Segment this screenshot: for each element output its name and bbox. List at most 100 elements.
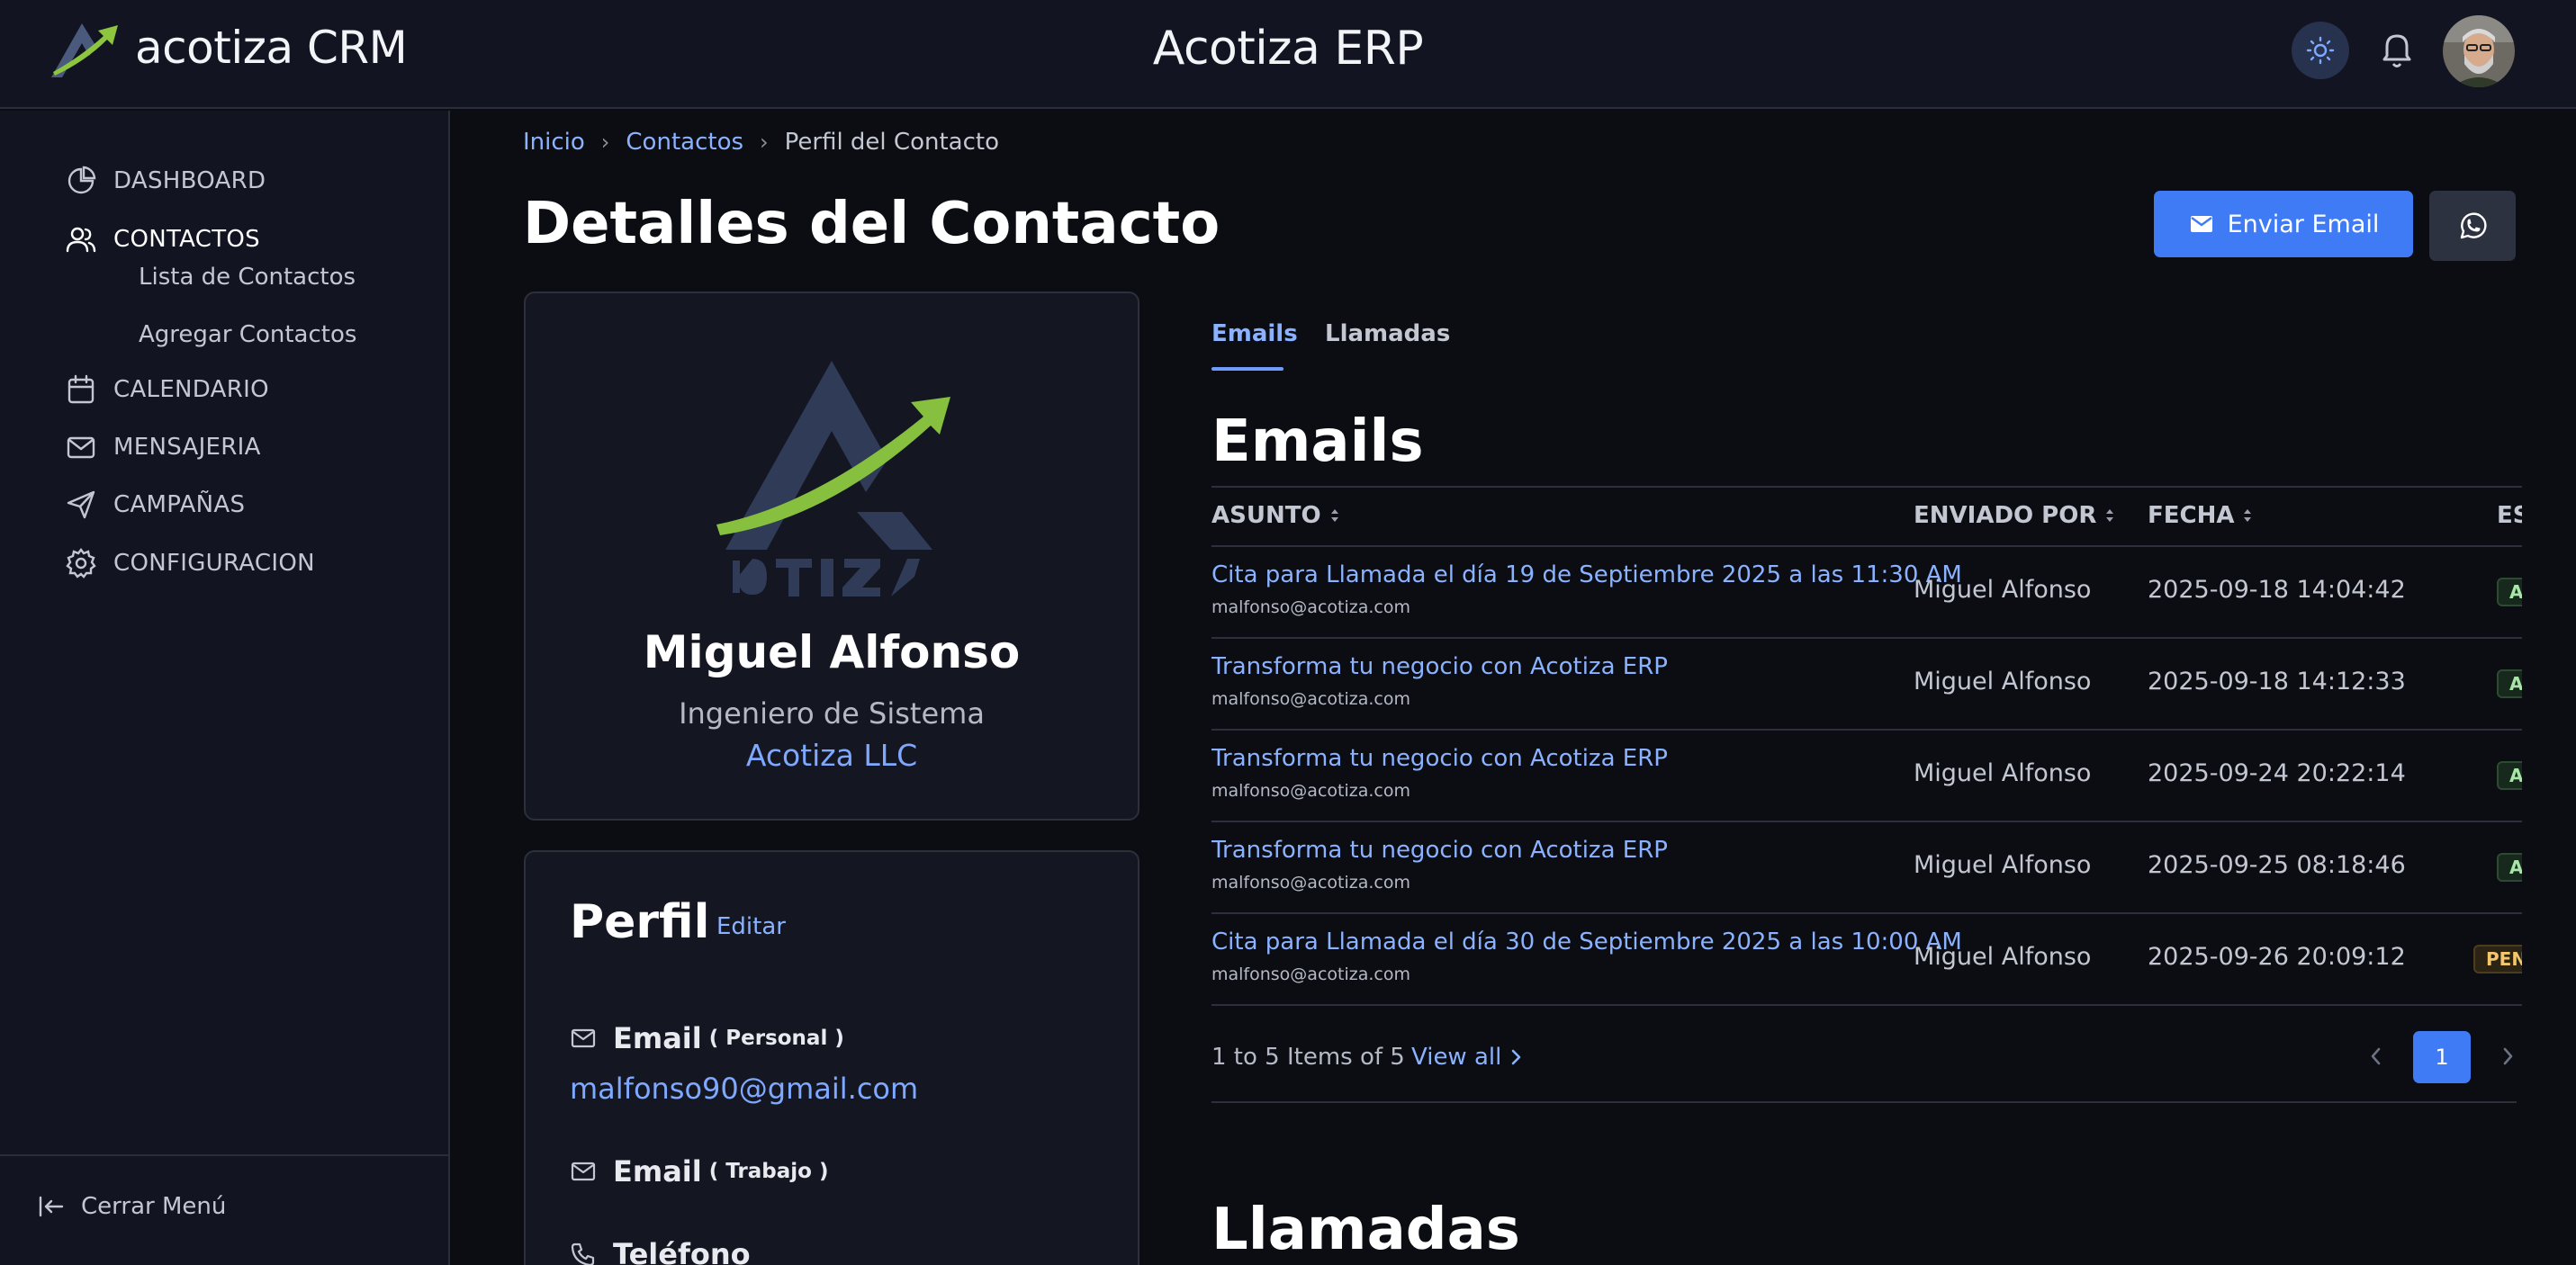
status-badge: A [2497,578,2522,606]
chevron-right-icon: › [600,130,610,155]
email-date: 2025-09-18 14:04:42 [2148,576,2406,604]
whatsapp-button[interactable] [2429,191,2516,261]
email-address: malfonso@acotiza.com [1211,597,1410,617]
breadcrumb-home[interactable]: Inicio [523,129,585,156]
sidebar: DASHBOARD CONTACTOS Lista de Contactos A… [0,111,450,1265]
column-header-enviado-por[interactable]: ENVIADO POR [1914,502,2116,529]
pie-chart-icon [65,165,97,197]
email-address: malfonso@acotiza.com [1211,689,1410,709]
pagination-next-button[interactable] [2495,1044,2520,1069]
tab-llamadas[interactable]: Llamadas [1325,320,1450,347]
table-divider [1211,1004,2522,1006]
user-avatar[interactable] [2443,15,2515,87]
sidebar-item-mensajeria[interactable]: MENSAJERIA [65,427,261,467]
mail-icon [570,1158,597,1185]
theme-toggle-button[interactable] [2292,22,2349,79]
phone-icon [570,1241,597,1265]
email-sender: Miguel Alfonso [1914,851,2092,879]
send-icon [65,489,97,521]
chevron-right-icon [1507,1046,1525,1068]
status-badge: A [2497,853,2522,882]
sidebar-item-calendario[interactable]: CALENDARIO [65,370,269,409]
contact-company-link[interactable]: Acotiza LLC [526,738,1138,773]
email-address: malfonso@acotiza.com [1211,873,1410,893]
contact-role: Ingeniero de Sistema [679,696,985,731]
contact-name: Miguel Alfonso [643,626,1021,678]
email-date: 2025-09-25 08:18:46 [2148,851,2406,879]
gear-icon [65,547,97,579]
email-subject-link[interactable]: Transforma tu negocio con Acotiza ERP [1211,837,1668,864]
table-divider [1211,486,2522,488]
pagination-prev-button[interactable] [2364,1044,2389,1069]
email-subject-link[interactable]: Cita para Llamada el día 19 de Septiembr… [1211,561,1962,588]
phone-label: Teléfono [570,1237,751,1265]
breadcrumb: Inicio › Contactos › Perfil del Contacto [523,129,999,156]
breadcrumb-contacts[interactable]: Contactos [626,129,743,156]
sort-icon [2103,507,2116,525]
calendar-icon [65,373,97,406]
whatsapp-icon [2457,211,2488,241]
chevron-right-icon: › [760,130,769,155]
email-sender: Miguel Alfonso [1914,576,2092,604]
tab-emails[interactable]: Emails [1211,320,1298,347]
table-row[interactable]: Cita para Llamada el día 19 de Septiembr… [1211,547,2522,639]
email-subject-link[interactable]: Transforma tu negocio con Acotiza ERP [1211,653,1668,680]
email-date: 2025-09-26 20:09:12 [2148,943,2406,971]
sidebar-item-dashboard[interactable]: DASHBOARD [65,161,266,201]
sidebar-subitem-contact-list[interactable]: Lista de Contactos [139,264,356,291]
table-row[interactable]: Transforma tu negocio con Acotiza ERP ma… [1211,822,2522,914]
email-date: 2025-09-18 14:12:33 [2148,668,2406,695]
email-subject-link[interactable]: Transforma tu negocio con Acotiza ERP [1211,745,1668,772]
sun-icon [2306,36,2335,65]
view-all-link[interactable]: View all [1411,1044,1525,1071]
send-email-label: Enviar Email [2227,210,2380,238]
sidebar-item-label: CONTACTOS [113,226,260,253]
edit-profile-link[interactable]: Editar [716,913,786,940]
sidebar-item-label: DASHBOARD [113,167,266,194]
work-email-label: Email ( Trabajo ) [570,1154,828,1189]
close-menu-button[interactable]: Cerrar Menú [38,1193,226,1220]
chevron-right-icon [2495,1044,2520,1069]
email-sender: Miguel Alfonso [1914,759,2092,787]
column-header-asunto[interactable]: ASUNTO [1211,502,1341,529]
top-header: acotiza CRM Acotiza ERP [0,0,2576,109]
table-row[interactable]: Transforma tu negocio con Acotiza ERP ma… [1211,639,2522,731]
column-header-fecha[interactable]: FECHA [2148,502,2254,529]
send-email-button[interactable]: Enviar Email [2154,191,2413,257]
email-address: malfonso@acotiza.com [1211,781,1410,801]
table-row[interactable]: Cita para Llamada el día 30 de Septiembr… [1211,914,2522,1006]
sidebar-item-contactos[interactable]: CONTACTOS [65,220,260,259]
table-row[interactable]: Transforma tu negocio con Acotiza ERP ma… [1211,731,2522,822]
status-badge: PEN [2473,945,2522,973]
section-divider [1211,1101,2517,1103]
brand-name[interactable]: acotiza CRM [135,22,408,74]
sidebar-subitem-add-contact[interactable]: Agregar Contactos [139,321,356,348]
sort-icon [2241,507,2254,525]
sidebar-item-label: MENSAJERIA [113,434,261,461]
close-menu-label: Cerrar Menú [81,1193,227,1220]
emails-section-title: Emails [1211,408,1424,475]
email-address: malfonso@acotiza.com [1211,964,1410,984]
emails-table: ASUNTO ENVIADO POR FECHA ES Cita para Ll… [1211,486,2522,1102]
pagination-page-button[interactable]: 1 [2413,1031,2471,1083]
brand-logo-icon[interactable] [50,20,120,79]
sidebar-item-campanas[interactable]: CAMPAÑAS [65,485,245,525]
status-badge: A [2497,761,2522,790]
calls-section-title: Llamadas [1211,1197,1520,1263]
column-header-estado[interactable]: ES [2497,502,2522,529]
sidebar-item-label: CAMPAÑAS [113,491,246,518]
sidebar-item-configuracion[interactable]: CONFIGURACION [65,543,315,583]
bell-icon[interactable] [2377,29,2417,72]
sidebar-divider [0,1154,448,1156]
personal-email-label: Email ( Personal ) [570,1021,844,1055]
personal-email-value[interactable]: malfonso90@gmail.com [570,1072,918,1106]
page-title: Detalles del Contacto [523,191,1220,257]
pager-summary: 1 to 5 Items of 5 [1211,1044,1405,1071]
mail-icon [65,431,97,463]
email-subject-link[interactable]: Cita para Llamada el día 30 de Septiembr… [1211,929,1962,955]
email-date: 2025-09-24 20:22:14 [2148,759,2406,787]
breadcrumb-current: Perfil del Contacto [784,129,999,156]
sort-icon [1329,507,1341,525]
profile-card: Perfil Editar Email ( Personal ) malfons… [524,850,1139,1265]
users-icon [65,223,97,256]
